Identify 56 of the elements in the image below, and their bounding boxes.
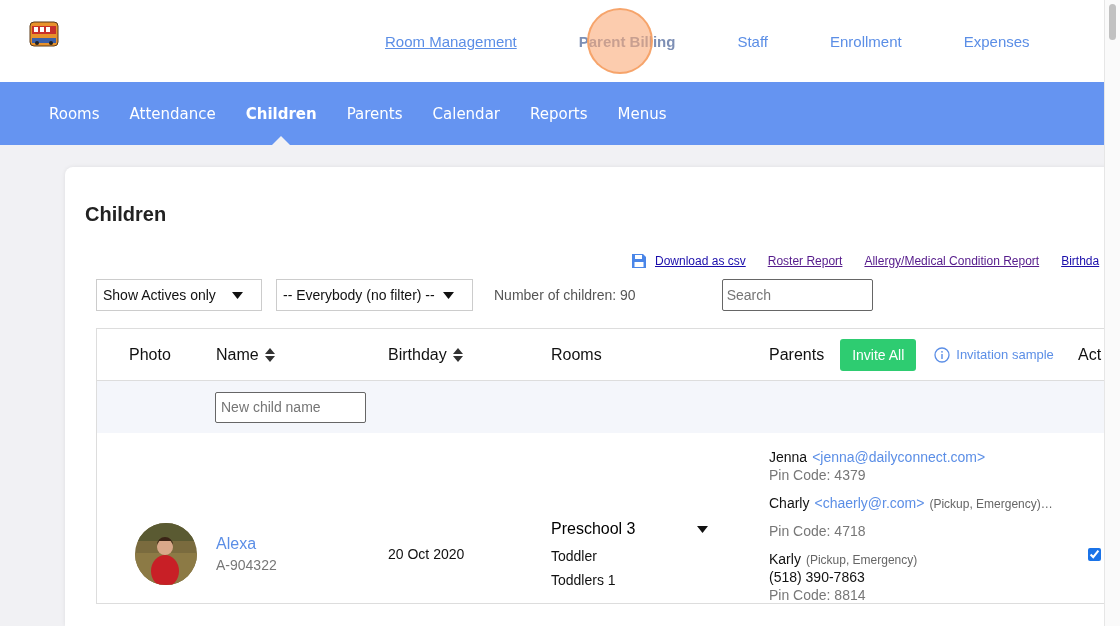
nav-tab[interactable]: Parents [331, 82, 418, 145]
column-header: Name [216, 345, 259, 364]
column-header: Rooms [551, 345, 602, 364]
parent-name: Charly [769, 495, 810, 511]
child-id: A-904322 [216, 557, 278, 573]
child-name-link[interactable]: Alexa [216, 535, 388, 553]
column-header: Birthday [388, 345, 447, 364]
parent-roles: (Pickup, Emergency) [805, 553, 918, 567]
filter-dropdown[interactable]: -- Everybody (no filter) -- [276, 279, 473, 311]
download-link[interactable]: Download as csv [631, 253, 746, 269]
report-link[interactable]: Roster Report [767, 254, 843, 268]
column-header: Act [1078, 345, 1102, 364]
phone-number: (518) 390-7863 [769, 569, 865, 585]
room-name: Toddlers 1 [551, 572, 617, 588]
nav-tab[interactable]: Attendance [114, 82, 231, 145]
nav-tab[interactable]: Rooms [34, 82, 115, 145]
save-icon [631, 253, 647, 269]
top-nav-link[interactable]: Room Management [385, 32, 517, 50]
info-icon [934, 346, 951, 363]
report-link[interactable]: Birthda [1061, 254, 1100, 268]
nav-tab[interactable]: Reports [515, 82, 603, 145]
caret-icon [443, 291, 454, 299]
sort-icon[interactable] [264, 347, 275, 362]
room-dropdown[interactable]: Preschool 3 [551, 520, 708, 538]
birthday-text: 20 Oct 2020 [388, 546, 466, 562]
logo-icon[interactable] [29, 20, 59, 48]
nav-tab[interactable]: Menus [602, 82, 682, 145]
column-header: Parents [769, 345, 825, 364]
pin-code: Pin Code: 4379 [769, 467, 866, 483]
filter-dropdown[interactable]: Show Actives only [96, 279, 262, 311]
parent-roles: (Pickup, Emergency)… [929, 497, 1053, 511]
page-title: Children [85, 203, 168, 226]
pin-code: Pin Code: 8814 [769, 587, 866, 603]
email-link[interactable]: <chaerly@r.com> [814, 495, 925, 511]
top-nav-link[interactable]: Expenses [963, 32, 1030, 50]
caret-icon [232, 291, 243, 299]
email-link[interactable]: <jenna@dailyconnect.com> [812, 449, 986, 465]
nav-tab[interactable]: Calendar [417, 82, 515, 145]
invite-all-button[interactable]: Invite All [840, 338, 917, 371]
pin-code: Pin Code: 4718 [769, 523, 866, 539]
invitation-sample-link[interactable]: Invitation sample [934, 346, 1054, 363]
sort-icon[interactable] [452, 347, 463, 362]
search-field[interactable]: Search [721, 279, 873, 311]
scrollbar[interactable] [1104, 0, 1120, 626]
nav-tab[interactable]: Children [230, 82, 332, 145]
top-nav-link[interactable]: Staff [737, 32, 768, 50]
column-header: Photo [129, 345, 171, 364]
room-name: Toddler [551, 548, 598, 564]
new-child-field[interactable]: New child name [215, 391, 366, 423]
report-link[interactable]: Allergy/Medical Condition Report [864, 254, 1040, 268]
parent-name: Jenna [769, 449, 808, 465]
parent-name: Karly [769, 551, 801, 567]
active-checkbox[interactable] [1088, 547, 1101, 561]
caret-icon [697, 525, 708, 533]
children-count: Number of children: 90 [494, 287, 636, 303]
top-nav-link[interactable]: Enrollment [830, 32, 902, 50]
